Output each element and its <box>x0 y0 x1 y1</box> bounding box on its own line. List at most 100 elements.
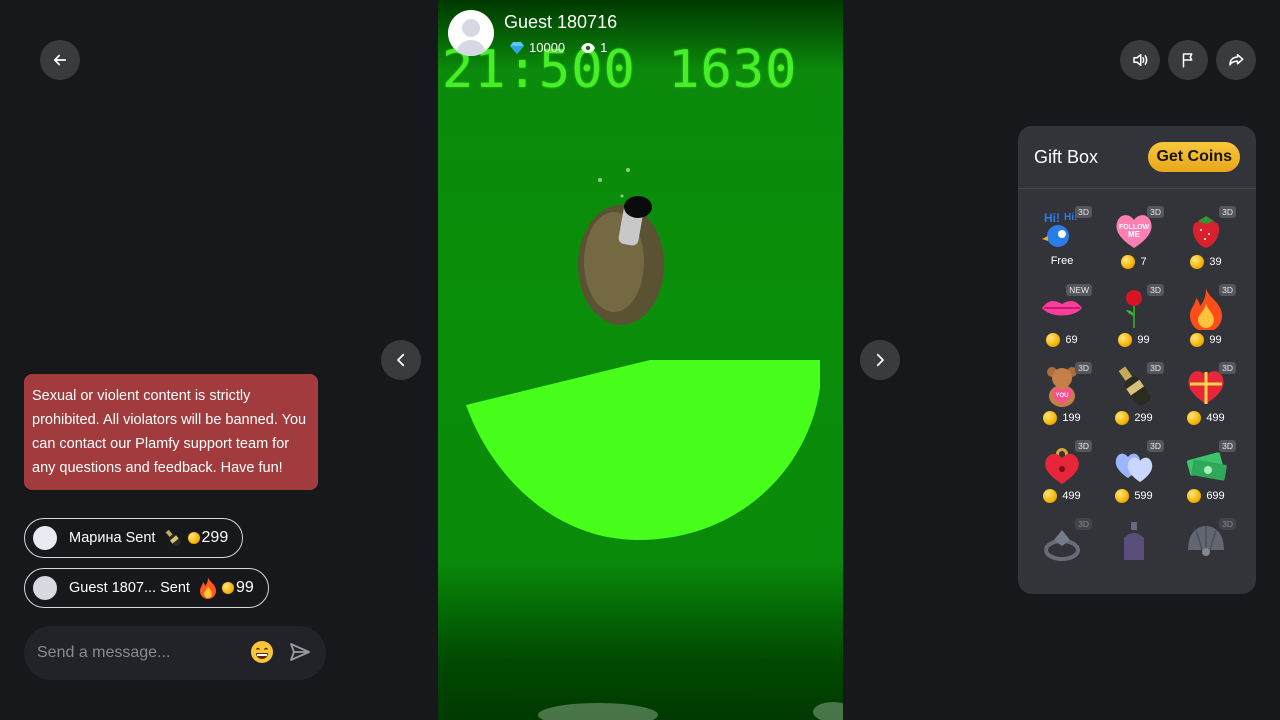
gift-item[interactable]: 3D 499 <box>1170 358 1242 432</box>
gift-badge: 3D <box>1075 518 1092 530</box>
gift-item[interactable] <box>1098 514 1170 588</box>
gift-price: 7 <box>1098 255 1170 269</box>
send-button[interactable] <box>288 640 314 666</box>
user-avatar[interactable] <box>33 526 57 550</box>
gift-item[interactable]: 3D <box>1026 514 1098 588</box>
gift-badge: 3D <box>1075 206 1092 218</box>
gift-price: 199 <box>1026 411 1098 425</box>
chevron-right-icon <box>876 353 884 367</box>
coin-icon <box>1118 333 1133 347</box>
chat-username[interactable]: Марина <box>69 530 122 546</box>
gift-price-value: 7 <box>1140 256 1147 268</box>
gift-price: 699 <box>1170 489 1242 503</box>
gift-box-title: Gift Box <box>1034 146 1099 167</box>
host-avatar[interactable] <box>448 10 494 56</box>
message-composer <box>24 626 326 680</box>
gift-price: 99 <box>1170 333 1242 347</box>
chat-message: Марина Sent 299 <box>24 518 244 558</box>
gift-price-value: Free <box>1050 255 1074 267</box>
stream-scene <box>466 168 843 720</box>
gift-price: 299 <box>1098 411 1170 425</box>
back-button[interactable] <box>40 40 80 80</box>
host-name[interactable]: Guest 180716 <box>504 12 617 33</box>
gift-item[interactable]: Hi! Hi! 3D Free <box>1026 202 1098 276</box>
coin-icon <box>1115 411 1130 425</box>
coin-icon <box>1121 255 1136 269</box>
gift-badge: 3D <box>1219 206 1236 218</box>
sound-button[interactable] <box>1120 40 1160 80</box>
eye-icon <box>581 42 596 53</box>
gift-item[interactable]: NEW 69 <box>1026 280 1098 354</box>
diamond-icon <box>510 41 524 54</box>
gift-item[interactable]: 3D 99 <box>1170 280 1242 354</box>
gift-price-value: 99 <box>1137 334 1150 346</box>
user-avatar[interactable] <box>33 576 57 600</box>
gift-price: 499 <box>1026 489 1098 503</box>
gift-item[interactable]: YOU 3D 199 <box>1026 358 1098 432</box>
gift-badge: 3D <box>1219 518 1236 530</box>
gift-price: 39 <box>1170 255 1242 269</box>
gift-item[interactable]: 3D 39 <box>1170 202 1242 276</box>
viewer-count: 1 <box>600 40 608 55</box>
svg-text:ME: ME <box>1128 230 1141 239</box>
gift-item[interactable]: 3D <box>1170 514 1242 588</box>
gift-price: Free <box>1026 255 1098 267</box>
diamond-count: 10000 <box>529 40 566 55</box>
gift-item[interactable]: FOLLOW ME 3D 7 <box>1098 202 1170 276</box>
get-coins-button[interactable]: Get Coins <box>1148 142 1240 172</box>
coin-icon <box>187 532 200 544</box>
gift-price-value: 499 <box>1062 490 1081 502</box>
coin-icon <box>1187 489 1202 503</box>
chat-username[interactable]: Guest 1807... <box>69 580 156 596</box>
gift-item[interactable]: 3D 99 <box>1098 280 1170 354</box>
gift-price-value: 499 <box>1206 412 1225 424</box>
gift-item[interactable]: 3D 699 <box>1170 436 1242 510</box>
gift-price-value: 699 <box>1206 490 1225 502</box>
share-icon <box>1229 54 1244 66</box>
coin-icon <box>1115 489 1130 503</box>
share-button[interactable] <box>1216 40 1256 80</box>
gift-price: 69 <box>1026 333 1098 347</box>
gift-badge: 3D <box>1075 440 1092 452</box>
gift-price-value: 99 <box>1209 334 1222 346</box>
gift-item[interactable]: 3D 499 <box>1026 436 1098 510</box>
gift-price-value: 199 <box>1062 412 1081 424</box>
gift-price: 99 <box>1098 333 1170 347</box>
coin-icon <box>1046 333 1061 347</box>
speaker-icon <box>1133 54 1148 66</box>
chat-action: Sent <box>160 580 190 596</box>
gift-badge: NEW <box>1066 284 1092 296</box>
gift-badge: 3D <box>1219 440 1236 452</box>
gift-badge: 3D <box>1219 284 1236 296</box>
gift-badge: 3D <box>1147 206 1164 218</box>
fire-icon <box>200 577 216 599</box>
next-stream-button[interactable] <box>860 340 900 380</box>
smile-emoji-icon <box>251 641 273 663</box>
video-stream[interactable]: 21:500 1630 Guest 180716 10000 1 <box>438 0 843 720</box>
gift-badge: 3D <box>1075 362 1092 374</box>
coin-icon <box>1043 489 1058 503</box>
gift-price-value: 299 <box>1134 412 1153 424</box>
report-button[interactable] <box>1168 40 1208 80</box>
gift-item[interactable]: 3D 299 <box>1098 358 1170 432</box>
svg-text:YOU: YOU <box>1055 393 1068 399</box>
gift-box-panel: Gift Box Get Coins Hi! Hi! 3D Free FOLLOW ME 3… <box>1018 126 1256 594</box>
gift-price-value: 69 <box>1065 334 1078 346</box>
gift-price: 499 <box>1170 411 1242 425</box>
send-icon <box>290 643 310 661</box>
gift-badge: 3D <box>1147 284 1164 296</box>
chevron-left-icon <box>397 353 405 367</box>
host-stats: 10000 1 <box>510 40 607 55</box>
chat-amount: 99 <box>236 579 254 596</box>
previous-stream-button[interactable] <box>381 340 421 380</box>
emoji-button[interactable] <box>250 640 276 666</box>
coin-icon <box>1190 333 1205 347</box>
message-input[interactable] <box>24 643 250 663</box>
coin-icon <box>1190 255 1205 269</box>
gift-badge: 3D <box>1147 362 1164 374</box>
chat-amount: 299 <box>201 529 229 546</box>
gift-item[interactable]: 3D 599 <box>1098 436 1170 510</box>
perfume-icon <box>1112 520 1156 564</box>
community-notice: Sexual or violent content is strictly pr… <box>24 374 318 490</box>
coin-icon <box>1043 411 1058 425</box>
